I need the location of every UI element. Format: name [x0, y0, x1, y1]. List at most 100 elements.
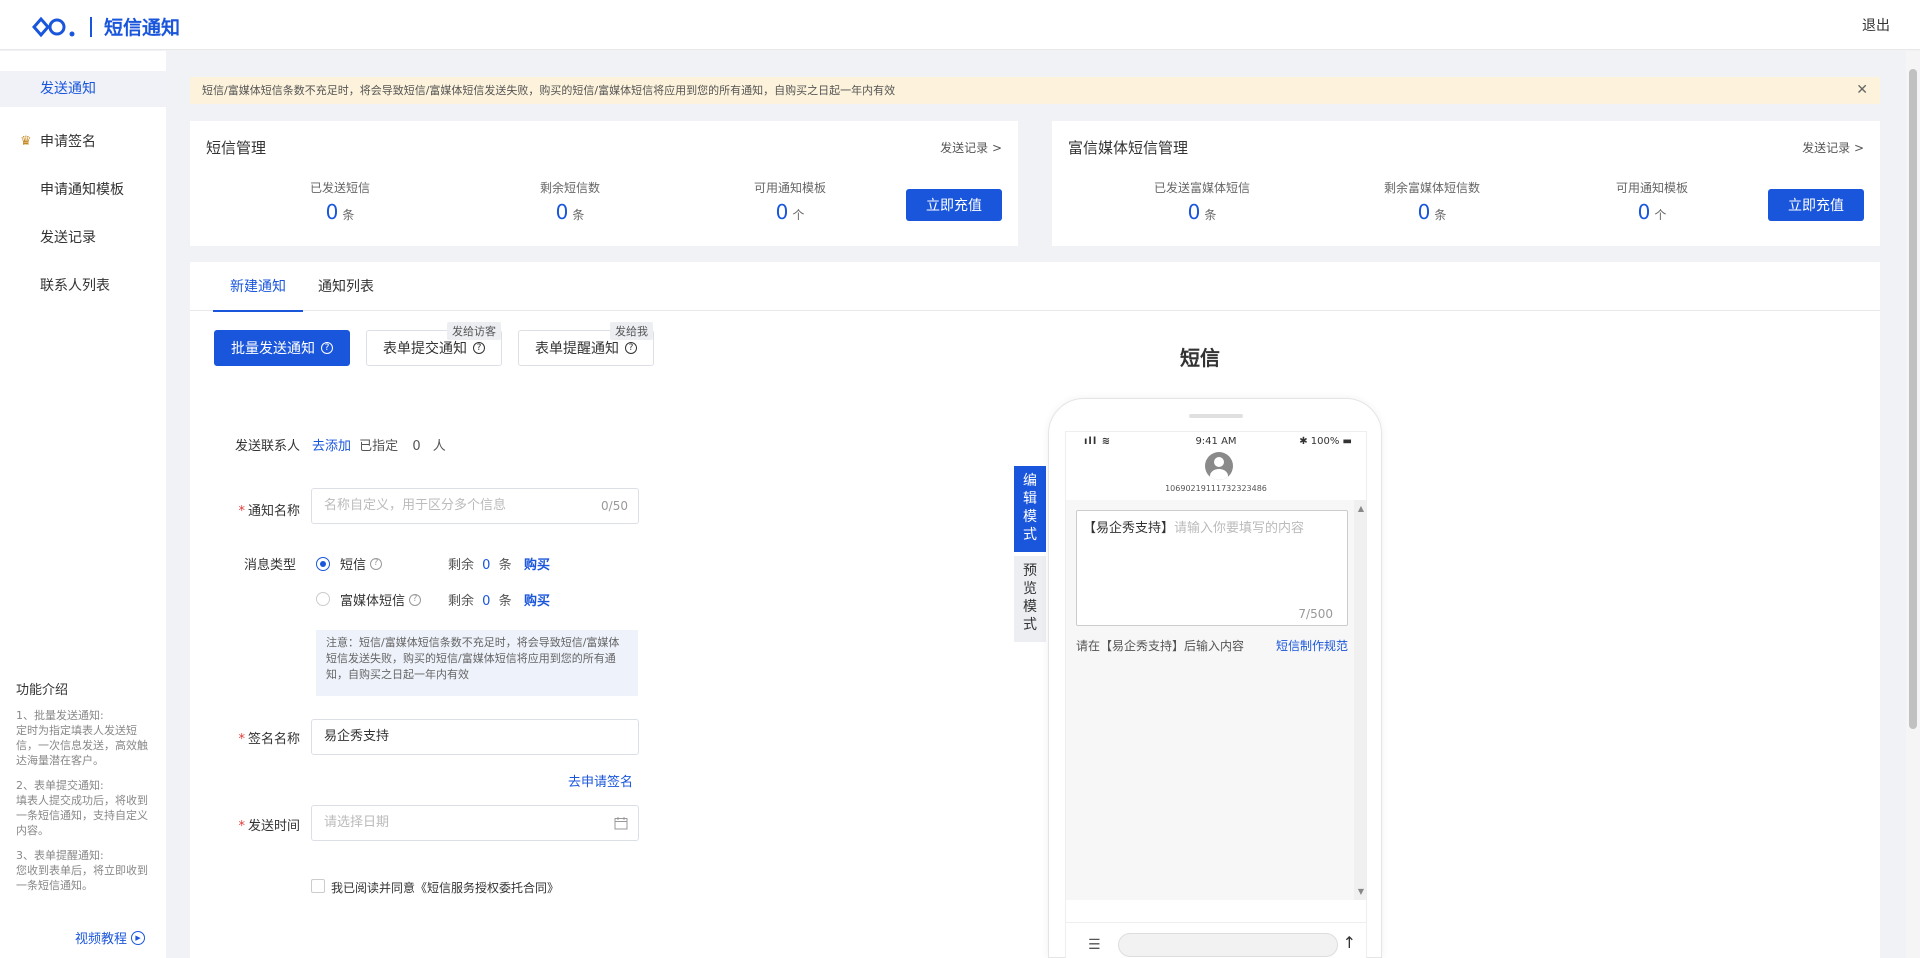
- radio-rich-sms[interactable]: [316, 592, 330, 606]
- scroll-down-icon[interactable]: ▼: [1358, 887, 1364, 896]
- stat-label: 剩余富媒体短信数: [1383, 181, 1480, 195]
- input-placeholder: 名称自定义，用于区分多个信息: [324, 498, 507, 513]
- sidebar-item-contacts[interactable]: 联系人列表: [0, 268, 166, 304]
- contacts-label: 发送联系人: [234, 439, 300, 454]
- agreement-checkbox[interactable]: [311, 879, 325, 893]
- page-scrollbar-thumb[interactable]: [1909, 69, 1917, 729]
- menu-icon: ☰: [1088, 937, 1101, 953]
- tab-notification-list[interactable]: 通知列表: [318, 276, 374, 310]
- stat-label: 可用通知模板: [753, 181, 826, 195]
- remain-prefix: 剩余: [448, 594, 475, 609]
- stat-value: 0: [1637, 200, 1651, 224]
- contacts-row: 去添加 已指定 0 人: [312, 435, 446, 454]
- sidebar-item-label: 发送记录: [40, 230, 96, 246]
- agreement-text[interactable]: 我已阅读并同意《短信服务授权委托合同》: [331, 879, 559, 896]
- sidebar-item-apply-signature[interactable]: ♛ 申请签名: [0, 124, 166, 160]
- stat-unit: 条: [342, 208, 355, 222]
- stat-label: 已发送短信: [309, 181, 370, 195]
- sidebar-item-label: 联系人列表: [40, 278, 110, 294]
- stat-value: 0: [1187, 200, 1201, 224]
- buy-sms-link[interactable]: 购买: [524, 554, 550, 573]
- mode-label: 预览模式: [1023, 563, 1037, 633]
- stat-sent: 已发送富媒体短信 0条: [1112, 179, 1292, 224]
- contacts-unit: 人: [432, 439, 446, 454]
- send-time-datepicker[interactable]: 请选择日期: [311, 805, 639, 841]
- signature-label: * 签名名称: [200, 728, 300, 747]
- feature-intro-block: 3、表单提醒通知: 您收到表单后，将立即收到一条短信通知。: [16, 848, 156, 893]
- sms-char-counter: 7/500: [1298, 607, 1333, 621]
- remain-value: 0: [482, 594, 491, 609]
- recharge-button[interactable]: 立即充值: [906, 189, 1002, 221]
- app-logo[interactable]: 短信通知: [30, 13, 180, 40]
- tab-new-notification[interactable]: 新建通知: [213, 276, 303, 312]
- required-mark: *: [238, 732, 245, 747]
- card-title: 富信媒体短信管理: [1068, 139, 1189, 157]
- notice-tip: 注意：短信/富媒体短信条数不充足时，将会导致短信/富媒体短信发送失败，购买的短信…: [316, 630, 638, 696]
- radio-rich-sms-label[interactable]: 富媒体短信 ?: [340, 590, 422, 609]
- char-counter: 0/50: [601, 499, 628, 513]
- stat-unit: 条: [1434, 208, 1447, 222]
- close-icon[interactable]: ✕: [1856, 77, 1868, 104]
- stat-unit: 条: [572, 208, 585, 222]
- recharge-button[interactable]: 立即充值: [1768, 189, 1864, 221]
- play-icon: ▶: [131, 930, 146, 945]
- feature-intro-block: 1、批量发送通知: 定时为指定填表人发送短信，一次信息发送，高效触达海量潜在客户…: [16, 708, 156, 768]
- button-label: 表单提交通知: [383, 341, 467, 357]
- chat-area: 【易企秀支持】请输入你要填写的内容 7/500 请在【易企秀支持】后输入内容 短…: [1066, 500, 1366, 900]
- preview-title: 短信: [1180, 346, 1220, 370]
- scroll-up-icon[interactable]: ▲: [1358, 504, 1364, 513]
- video-tutorial-link[interactable]: 视频教程 ▶: [75, 928, 146, 947]
- add-contacts-link[interactable]: 去添加: [312, 439, 351, 454]
- stat-unit: 个: [792, 208, 805, 222]
- contacts-count: 0: [412, 439, 421, 454]
- chat-scrollbar[interactable]: ▲ ▼: [1354, 500, 1366, 900]
- crown-icon: ♛: [20, 134, 32, 149]
- sms-rule-link[interactable]: 短信制作规范: [1276, 637, 1348, 654]
- batch-send-button[interactable]: 批量发送通知 ?: [214, 330, 350, 366]
- sidebar-item-send-records[interactable]: 发送记录: [0, 220, 166, 256]
- send-records-link[interactable]: 发送记录 >: [1802, 139, 1864, 156]
- preview-mode-tab[interactable]: 预览模式: [1014, 556, 1046, 642]
- help-icon: ?: [473, 342, 485, 354]
- page-scrollbar[interactable]: [1906, 51, 1920, 958]
- sidebar-item-label: 申请签名: [40, 134, 96, 150]
- label-text: 通知名称: [247, 504, 300, 519]
- stat-label: 可用通知模板: [1615, 181, 1688, 195]
- phone-notch: [1189, 414, 1243, 418]
- logout-link[interactable]: 退出: [1862, 15, 1890, 35]
- stat-label: 已发送富媒体短信: [1153, 181, 1250, 195]
- sidebar-item-apply-template[interactable]: 申请通知模板: [0, 172, 166, 208]
- sender-number: 10690219111732323486: [1165, 484, 1267, 493]
- battery-status: ✱ 100% ▬: [1299, 436, 1352, 447]
- label-text: 发送时间: [247, 819, 300, 834]
- required-mark: *: [238, 504, 245, 519]
- feature-intro-block-title: 3、表单提醒通知:: [16, 849, 104, 862]
- stat-value: 0: [555, 200, 569, 224]
- feature-intro-block-text: 填表人提交成功后，将收到一条短信通知，支持自定义内容。: [16, 794, 148, 837]
- sms-content-textarea[interactable]: 【易企秀支持】请输入你要填写的内容 7/500: [1076, 510, 1348, 626]
- video-tutorial-label: 视频教程: [75, 932, 128, 947]
- buy-rich-sms-link[interactable]: 购买: [524, 590, 550, 609]
- feature-intro-block-text: 您收到表单后，将立即收到一条短信通知。: [16, 864, 148, 892]
- button-label: 批量发送通知: [231, 341, 315, 357]
- stat-templates: 可用通知模板 0个: [1572, 179, 1732, 224]
- message-type-label: 消息类型: [243, 558, 296, 573]
- app-title: 短信通知: [104, 17, 181, 39]
- apply-signature-link[interactable]: 去申请签名: [568, 771, 633, 790]
- notification-name-input[interactable]: 名称自定义，用于区分多个信息 0/50: [311, 488, 639, 524]
- form-submit-notify-button[interactable]: 表单提交通知 ? 发给访客: [366, 322, 502, 366]
- sidebar-item-send-notification[interactable]: 发送通知: [0, 71, 166, 107]
- radio-sms-label[interactable]: 短信 ?: [340, 554, 383, 573]
- edit-mode-tab[interactable]: 编辑模式: [1014, 466, 1046, 552]
- stat-sent: 已发送短信 0条: [260, 179, 420, 224]
- phone-mockup: ıll ≋ 9:41 AM ✱ 100% ▬ 10690219111732323…: [1048, 398, 1382, 958]
- status-bar: ıll ≋ 9:41 AM ✱ 100% ▬: [1066, 432, 1366, 452]
- signature-input[interactable]: 易企秀支持: [311, 719, 639, 755]
- radio-sms[interactable]: [316, 557, 330, 571]
- stat-value: 0: [325, 200, 339, 224]
- sms-remaining: 剩余 0 条: [448, 554, 512, 573]
- send-records-link[interactable]: 发送记录 >: [940, 139, 1002, 156]
- form-remind-notify-button[interactable]: 表单提醒通知 ? 发给我: [518, 322, 654, 366]
- remain-value: 0: [482, 558, 491, 573]
- help-icon: ?: [409, 593, 422, 606]
